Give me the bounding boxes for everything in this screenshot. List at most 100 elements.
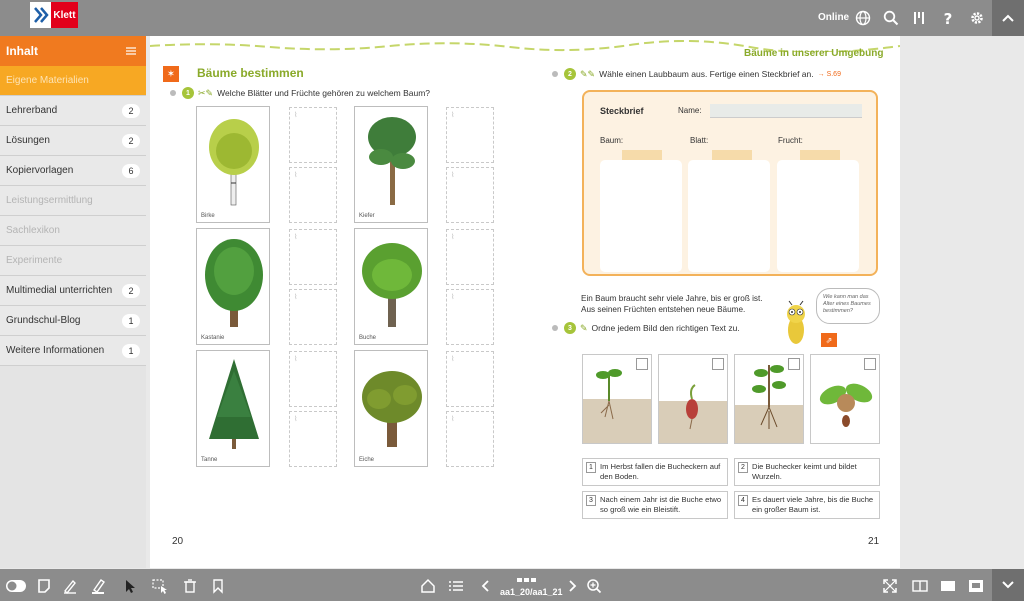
text-box-number: 4 (738, 495, 748, 506)
pencil-icon[interactable] (60, 576, 80, 596)
growth-picture-sapling (734, 354, 804, 444)
sidebar-item-label: Kopiervorlagen (6, 165, 74, 176)
drop-slot[interactable]: ⌇ (289, 229, 337, 285)
tree-card-buche[interactable]: Buche (354, 228, 428, 345)
app-window: Klett Online ? Inhalt Eigene Materialien… (0, 0, 1024, 601)
sidebar-item-label: Lösungen (6, 135, 50, 146)
note-icon[interactable] (34, 576, 54, 596)
steckbrief-title: Steckbrief (600, 106, 644, 116)
sidebar-item-eigene-materialien[interactable]: Eigene Materialien (0, 66, 146, 96)
answer-checkbox[interactable] (864, 358, 876, 370)
collapse-top-button[interactable] (992, 0, 1024, 36)
page-title: Bäume bestimmen (197, 66, 304, 80)
list-icon[interactable] (446, 576, 466, 596)
sidebar-item-weitere-informationen[interactable]: Weitere Informationen 1 (0, 336, 146, 366)
paperclip-icon: ⌇ (451, 416, 455, 423)
bookmark-icon[interactable] (208, 576, 228, 596)
paperclip-icon: ⌇ (294, 416, 298, 423)
page-label[interactable]: aa1_20/aa1_21 (500, 587, 563, 597)
drop-slot[interactable]: ⌇ (446, 351, 494, 407)
paperclip-icon: ⌇ (294, 112, 298, 119)
count-badge: 1 (122, 344, 140, 358)
answer-checkbox[interactable] (712, 358, 724, 370)
drop-slot[interactable]: ⌇ (446, 107, 494, 163)
text-box-4[interactable]: 4 Es dauert viele Jahre, bis die Buche e… (734, 491, 880, 519)
sidebar-item-kopiervorlagen[interactable]: Kopiervorlagen 6 (0, 156, 146, 186)
klett-logo[interactable]: Klett (30, 2, 78, 28)
steckbrief-box-baum[interactable] (600, 160, 682, 272)
toggle-switch[interactable] (6, 576, 26, 596)
column-label-frucht: Frucht: (778, 136, 803, 145)
drop-slot[interactable]: ⌇ (446, 289, 494, 345)
drop-slot[interactable]: ⌇ (289, 167, 337, 223)
drop-slot[interactable]: ⌇ (289, 107, 337, 163)
drop-slot[interactable]: ⌇ (289, 411, 337, 467)
menu-icon[interactable] (126, 46, 138, 56)
page-thumbnail-icon[interactable] (966, 576, 986, 596)
tree-card-kastanie[interactable]: Kastanie (196, 228, 270, 345)
tree-card-eiche[interactable]: Eiche (354, 350, 428, 467)
highlighter-icon[interactable] (88, 576, 108, 596)
tree-label: Birke (201, 213, 215, 219)
trash-icon[interactable] (180, 576, 200, 596)
klett-logo-text: Klett (51, 2, 78, 28)
tree-label: Tanne (201, 457, 218, 463)
ruler-icon[interactable] (909, 8, 929, 28)
growth-picture-seedling (582, 354, 652, 444)
drop-slot[interactable]: ⌇ (446, 229, 494, 285)
chevron-left-icon[interactable] (476, 576, 496, 596)
sidebar-item-loesungen[interactable]: Lösungen 2 (0, 126, 146, 156)
double-page-icon[interactable] (910, 576, 930, 596)
drop-slot[interactable]: ⌇ (289, 351, 337, 407)
single-page-icon[interactable] (938, 576, 958, 596)
zoom-in-icon[interactable] (584, 576, 604, 596)
task-3: 3 ✎ Ordne jedem Bild den richtigen Text … (552, 322, 740, 334)
help-icon[interactable]: ? (938, 8, 958, 28)
collapse-bottom-button[interactable] (992, 569, 1024, 601)
paperclip-icon: ⌇ (451, 234, 455, 241)
answer-checkbox[interactable] (636, 358, 648, 370)
speech-bubble: Wie kann man das Alter eines Baumes best… (816, 288, 880, 324)
pointer-icon[interactable] (120, 576, 140, 596)
name-field[interactable] (710, 104, 862, 118)
tree-card-tanne[interactable]: Tanne (196, 350, 270, 467)
task-dot (552, 71, 558, 77)
tree-label: Eiche (359, 457, 375, 463)
sidebar-item-experimente: Experimente (0, 246, 146, 276)
content-sidebar: Inhalt Eigene Materialien Lehrerband 2 Lö… (0, 36, 146, 568)
tree-card-birke[interactable]: Birke (196, 106, 270, 223)
page-reference[interactable]: → S.69 (818, 71, 841, 78)
search-icon[interactable] (881, 8, 901, 28)
select-area-icon[interactable] (150, 576, 170, 596)
sidebar-item-multimedial[interactable]: Multimedial unterrichten 2 (0, 276, 146, 306)
sidebar-item-lehrerband[interactable]: Lehrerband 2 (0, 96, 146, 126)
globe-icon[interactable] (853, 8, 873, 28)
fullscreen-icon[interactable] (880, 576, 900, 596)
text-box-1[interactable]: 1 Im Herbst fallen die Bucheckern auf de… (582, 458, 728, 486)
tree-label: Kiefer (359, 213, 375, 219)
text-box-3[interactable]: 3 Nach einem Jahr ist die Buche etwo so … (582, 491, 728, 519)
answer-checkbox[interactable] (788, 358, 800, 370)
task-text: Wähle einen Laubbaum aus. Fertige einen … (599, 69, 814, 79)
chapter-title: Bäume in unserer Umgebung (744, 48, 884, 59)
bottom-toolbar: aa1_20/aa1_21 (0, 569, 1024, 601)
text-box-2[interactable]: 2 Die Buchecker keimt und bildet Wurzeln… (734, 458, 880, 486)
drop-slot[interactable]: ⌇ (446, 167, 494, 223)
tree-card-kiefer[interactable]: Kiefer (354, 106, 428, 223)
scrollbar[interactable] (1011, 36, 1024, 568)
drop-slot[interactable]: ⌇ (289, 289, 337, 345)
steckbrief-box-frucht[interactable] (777, 160, 859, 272)
home-icon[interactable] (418, 576, 438, 596)
media-link-button[interactable]: ⇗ (821, 333, 837, 347)
gear-icon[interactable] (967, 8, 987, 28)
sidebar-item-grundschul-blog[interactable]: Grundschul-Blog 1 (0, 306, 146, 336)
task-text: Welche Blätter und Früchte gehören zu we… (217, 88, 431, 98)
text-box-number: 2 (738, 462, 748, 473)
chevron-right-icon[interactable] (562, 576, 582, 596)
drop-slot[interactable]: ⌇ (446, 411, 494, 467)
svg-text:?: ? (944, 10, 953, 26)
sidebar-item-label: Grundschul-Blog (6, 315, 81, 326)
link-icon: ⇗ (825, 335, 833, 345)
steckbrief-box-blatt[interactable] (688, 160, 770, 272)
task-number: 1 (182, 87, 194, 99)
